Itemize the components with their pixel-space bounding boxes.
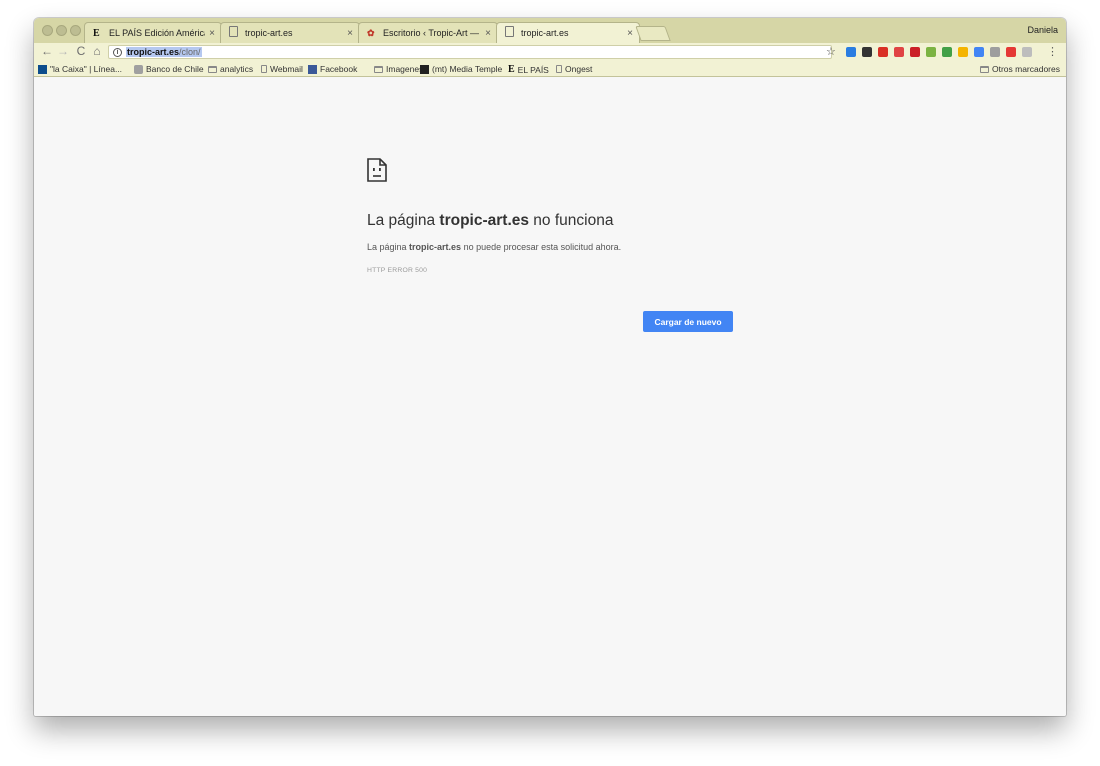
close-window-icon[interactable] [42,25,53,36]
tab-tropic-art[interactable]: tropic-art.es × [220,22,360,43]
adblock-icon[interactable] [894,47,904,57]
bookmark-label: "la Caixa" | Línea... [50,64,123,74]
url-host: tropic-art.es [127,47,180,57]
toolbar: ← → C ⌂ i tropic-art.es/clon/ ☆ ⋮ [34,43,1066,61]
bookmark-item[interactable]: (mt) Media Temple [420,64,502,74]
error-description: La página tropic-art.es no puede procesa… [367,242,622,252]
folder-icon [374,65,383,73]
facebook-icon [308,64,317,74]
bookmark-item[interactable]: Banco de Chile [134,64,204,74]
bookmark-label: Ongest [565,64,593,74]
other-bookmarks[interactable]: Otros marcadores [979,64,1060,74]
bookmark-item[interactable]: "la Caixa" | Línea... [38,64,122,74]
bookmark-label: Webmail [270,64,303,74]
shield-icon[interactable] [990,47,1000,57]
bookmark-item[interactable]: analytics [208,64,253,74]
tab-title: EL PAÍS Edición América: el p [109,28,205,38]
la-caixa-icon [38,64,47,74]
menu-icon[interactable]: ⋮ [1047,45,1058,58]
media-temple-icon [420,64,429,74]
bookmark-star-icon[interactable]: ☆ [826,45,836,58]
other-bookmarks-label: Otros marcadores [991,64,1060,74]
profile-name[interactable]: Daniela [1027,25,1058,35]
url-path: /clon/ [179,47,201,57]
error-title: La página tropic-art.es no funciona [367,212,614,229]
pinterest-icon[interactable] [910,47,920,57]
reload-icon[interactable]: C [74,44,88,59]
diamond-icon[interactable] [942,47,952,57]
bookmark-star-icon[interactable] [878,47,888,57]
new-tab-button[interactable] [635,26,671,41]
tab-escritorio[interactable]: ✿ Escritorio ‹ Tropic-Art — Word × [358,22,498,43]
page-icon [261,65,267,73]
close-icon[interactable]: × [485,28,491,39]
bookmark-item[interactable]: Imagenes [374,64,423,74]
chart-icon[interactable] [958,47,968,57]
bookmark-label: analytics [220,64,254,74]
el-pais-icon: E [93,27,100,39]
reload-button[interactable]: Cargar de nuevo [643,311,733,332]
tab-tropic-art-active[interactable]: tropic-art.es × [496,22,640,43]
bookmark-item[interactable]: Webmail [261,64,303,74]
info-icon[interactable]: i [113,47,122,57]
tab-strip: E EL PAÍS Edición América: el p × tropic… [34,18,1066,43]
bookmark-label: (mt) Media Temple [432,64,503,74]
grid-icon[interactable] [1022,47,1032,57]
folder-icon [979,65,989,73]
sad-page-icon [367,158,387,182]
buffer-icon[interactable] [862,47,872,57]
checkmark-icon[interactable] [974,47,984,57]
tab-title: Escritorio ‹ Tropic-Art — Word [383,28,481,38]
el-pais-icon: E [508,64,515,75]
banco-chile-icon [134,64,143,74]
tab-title: tropic-art.es [521,28,569,38]
forward-arrow-icon[interactable]: → [56,44,70,59]
bookmark-item[interactable]: E EL PAÍS [508,64,549,75]
opera-icon[interactable] [846,47,856,57]
address-bar[interactable]: i tropic-art.es/clon/ [108,45,832,59]
page-icon [505,26,517,40]
minimize-window-icon[interactable] [56,25,67,36]
bookmark-label: EL PAÍS [517,64,549,75]
tab-title: tropic-art.es [245,28,293,38]
bookmark-label: Facebook [320,64,358,74]
page-icon [229,26,241,40]
bookmark-item[interactable]: Facebook [308,64,357,74]
bookmark-label: Banco de Chile [146,64,204,74]
wordpress-icon: ✿ [367,27,375,38]
bookmarks-bar: Otros marcadores "la Caixa" | Línea... Ba… [34,61,1066,77]
folder-icon [208,65,217,73]
puzzle-icon[interactable] [926,47,936,57]
page-content: La página tropic-art.es no funciona La p… [34,78,1066,716]
close-icon[interactable]: × [347,28,353,39]
bookmark-label: Imagenes [386,64,424,74]
maximize-window-icon[interactable] [70,25,81,36]
url-selection[interactable]: tropic-art.es/clon/ [126,47,202,57]
page-icon [556,65,562,73]
close-icon[interactable]: × [209,28,215,39]
pin-icon[interactable] [1006,47,1016,57]
back-arrow-icon[interactable]: ← [40,44,54,59]
close-icon[interactable]: × [627,28,633,39]
home-icon[interactable]: ⌂ [90,44,104,59]
error-code: HTTP ERROR 500 [367,267,428,274]
bookmark-item[interactable]: Ongest [556,64,592,74]
browser-window: E EL PAÍS Edición América: el p × tropic… [34,18,1066,716]
tab-el-pais[interactable]: E EL PAÍS Edición América: el p × [84,22,222,43]
